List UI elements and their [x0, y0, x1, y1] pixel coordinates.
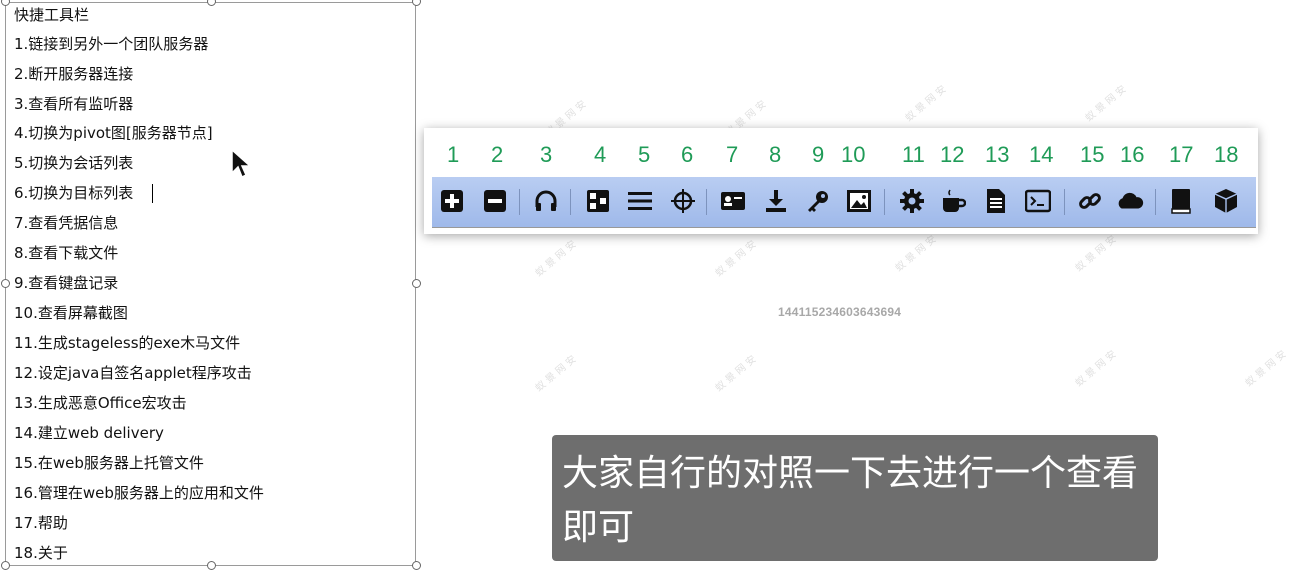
credentials-card-icon[interactable] [719, 187, 747, 215]
textbox-line: 10.查看屏幕截图 [14, 304, 128, 322]
link-icon[interactable] [1076, 187, 1104, 215]
toolbar-number: 14 [1029, 142, 1054, 167]
toolbar-number: 17 [1169, 142, 1194, 167]
textbox-line: 2.断开服务器连接 [14, 65, 134, 83]
cube-icon[interactable] [1212, 187, 1240, 215]
toolbar-number: 11 [902, 142, 925, 167]
toolbar-number: 13 [985, 142, 1010, 167]
shortcut-toolbar-textbox[interactable]: 快捷工具栏 1.链接到另外一个团队服务器 2.断开服务器连接 3.查看所有监听器… [5, 2, 416, 566]
toolbar-screenshot-panel: 1 2 3 4 5 6 7 8 9 10 11 12 13 14 15 16 1… [424, 128, 1258, 234]
screenshot-image-icon[interactable] [845, 187, 873, 215]
mouse-pointer-icon [231, 149, 252, 179]
toolbar-number: 6 [681, 142, 694, 167]
resize-handle-right[interactable] [412, 279, 421, 288]
textbox-line: 9.查看键盘记录 [14, 274, 119, 292]
gear-icon[interactable] [898, 187, 926, 215]
toolbar-number: 12 [940, 142, 965, 167]
plus-square-icon[interactable] [438, 187, 466, 215]
download-icon[interactable] [762, 187, 790, 215]
video-subtitle-caption: 大家自行的对照一下去进行一个查看即可 [552, 435, 1158, 561]
toolbar-number: 18 [1214, 142, 1239, 167]
textbox-line: 18.关于 [14, 544, 68, 562]
toolbar-icon-strip [432, 177, 1256, 228]
textbox-line: 8.查看下载文件 [14, 244, 119, 262]
textbox-line: 17.帮助 [14, 514, 68, 532]
textbox-line: 15.在web服务器上托管文件 [14, 454, 204, 472]
resize-handle-left[interactable] [1, 279, 10, 288]
toolbar-number: 7 [726, 142, 739, 167]
key-icon[interactable] [804, 187, 832, 215]
toolbar-number: 2 [491, 142, 504, 167]
document-icon[interactable] [982, 187, 1010, 215]
toolbar-number: 3 [540, 142, 553, 167]
textbox-line: 14.建立web delivery [14, 424, 164, 442]
textbox-line: 6.切换为目标列表 [14, 184, 134, 202]
textbox-line: 4.切换为pivot图[服务器节点] [14, 124, 213, 142]
textbox-line: 7.查看凭据信息 [14, 214, 119, 232]
toolbar-strip-footer [432, 227, 1256, 234]
book-icon[interactable] [1167, 187, 1195, 215]
toolbar-number: 15 [1080, 142, 1105, 167]
headphones-icon[interactable] [532, 187, 560, 215]
toolbar-number: 16 [1120, 142, 1145, 167]
textbox-line: 1.链接到另外一个团队服务器 [14, 35, 209, 53]
textbox-line: 3.查看所有监听器 [14, 95, 134, 113]
toolbar-number: 1 [447, 142, 460, 167]
toolbar-number: 8 [769, 142, 782, 167]
textbox-title: 快捷工具栏 [14, 6, 90, 24]
textbox-line: 13.生成恶意Office宏攻击 [14, 394, 187, 412]
terminal-icon[interactable] [1024, 187, 1052, 215]
minus-square-icon[interactable] [481, 187, 509, 215]
coffee-cup-icon[interactable] [939, 187, 967, 215]
toolbar-number: 10 [841, 142, 866, 167]
textbox-line: 16.管理在web服务器上的应用和文件 [14, 484, 264, 502]
pivot-graph-icon[interactable] [584, 187, 612, 215]
text-caret [152, 184, 153, 203]
user-id-watermark-text: 144115234603643694 [778, 305, 902, 319]
resize-handle-top-right[interactable] [412, 0, 421, 6]
textbox-line: 11.生成stageless的exe木马文件 [14, 334, 241, 352]
toolbar-number: 4 [594, 142, 607, 167]
toolbar-number: 5 [638, 142, 651, 167]
cloud-icon[interactable] [1116, 187, 1144, 215]
list-icon[interactable] [626, 187, 654, 215]
textbox-line: 5.切换为会话列表 [14, 154, 134, 172]
toolbar-number: 9 [812, 142, 825, 167]
textbox-line: 12.设定java自签名applet程序攻击 [14, 364, 252, 382]
crosshair-icon[interactable] [669, 187, 697, 215]
